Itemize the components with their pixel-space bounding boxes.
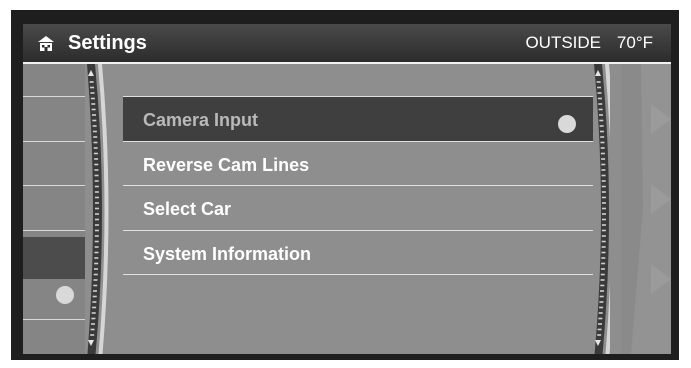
parent-menu-divider	[23, 319, 85, 320]
menu-item-label: Select Car	[143, 199, 232, 219]
menu-item-label: Reverse Cam Lines	[143, 155, 310, 175]
parent-menu-divider	[23, 96, 85, 97]
menu-item-reverse-cam-lines[interactable]: Reverse Cam Lines	[123, 142, 593, 186]
home-icon[interactable]	[37, 34, 55, 52]
outside-temp-value: 70°F	[616, 33, 653, 52]
right-decor-strip	[621, 64, 671, 354]
settings-screen: Settings OUTSIDE 70°F Camera Input Rever…	[23, 24, 671, 354]
settings-menu: Camera Input Reverse Cam Lines Select Ca…	[123, 64, 593, 354]
parent-selection-dot	[56, 286, 74, 304]
menu-item-camera-input[interactable]: Camera Input	[123, 97, 593, 141]
menu-item-label: System Information	[143, 244, 312, 264]
parent-menu-divider	[23, 185, 85, 186]
parent-menu-divider	[23, 141, 85, 142]
selection-dot	[558, 115, 576, 133]
parent-menu-strip[interactable]	[23, 64, 85, 354]
outside-temp-label: OUTSIDE	[525, 33, 601, 52]
right-scroll-rail[interactable]	[584, 64, 610, 354]
menu-item-system-information[interactable]: System Information	[123, 231, 593, 275]
page-title: Settings	[68, 32, 147, 54]
parent-menu-selected-row[interactable]	[23, 237, 85, 279]
left-scroll-rail[interactable]	[85, 64, 111, 354]
menu-item-label: Camera Input	[143, 110, 259, 130]
header-bar: Settings OUTSIDE 70°F	[23, 24, 671, 62]
menu-item-select-car[interactable]: Select Car	[123, 186, 593, 230]
menu-divider	[123, 274, 593, 275]
parent-menu-divider	[23, 230, 85, 231]
